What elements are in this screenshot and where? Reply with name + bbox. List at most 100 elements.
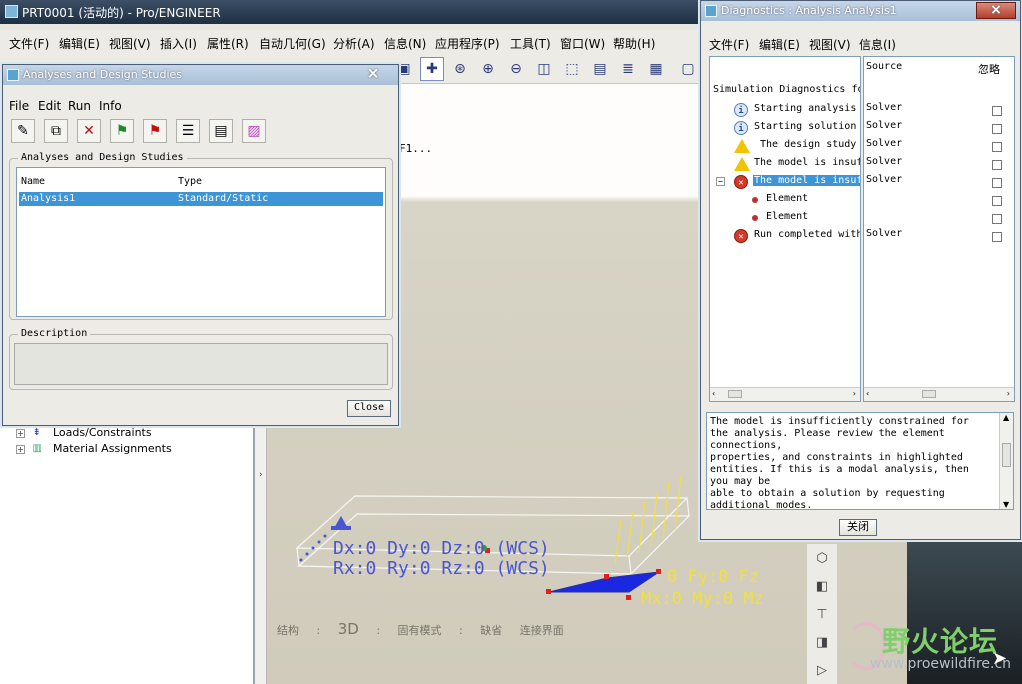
diagnostics-dialog-title: Diagnostics : Analysis Analysis1 × bbox=[701, 1, 1020, 21]
menu-info[interactable]: Info bbox=[99, 99, 122, 113]
results-icon[interactable]: ▨ bbox=[242, 119, 266, 143]
menu-tools[interactable]: 工具(T) bbox=[510, 35, 551, 52]
status-list-icon[interactable]: ☰ bbox=[176, 119, 200, 143]
expand-icon[interactable]: + bbox=[16, 428, 25, 438]
main-title-text: PRT0001 (活动的) - Pro/ENGINEER bbox=[22, 6, 221, 20]
source-cell: Solver bbox=[866, 102, 903, 113]
diagnostic-message-box[interactable]: The model is insufficiently constrained … bbox=[706, 412, 1014, 511]
ignore-checkbox[interactable] bbox=[992, 124, 1002, 134]
ignore-checkbox[interactable] bbox=[992, 196, 1002, 206]
scroll-thumb[interactable] bbox=[1002, 443, 1011, 467]
load-tool-icon[interactable]: ⬡ bbox=[811, 548, 833, 570]
stop-flag-icon[interactable]: ⚑ bbox=[143, 119, 167, 143]
menu-insert[interactable]: 插入(I) bbox=[160, 35, 197, 52]
source-horizontal-scrollbar[interactable]: ‹ › bbox=[864, 387, 1014, 401]
col-type-header[interactable]: Type bbox=[178, 176, 202, 187]
dialog-icon bbox=[7, 69, 19, 81]
source-cell: Solver bbox=[866, 156, 903, 167]
right-toolbar: ⬡ ◧ ⊤ ◨ ▷ bbox=[807, 544, 837, 684]
constraint-tool-icon[interactable]: ⊤ bbox=[811, 604, 833, 626]
refit-icon[interactable]: ◫ bbox=[532, 57, 556, 81]
ignore-checkbox[interactable] bbox=[992, 106, 1002, 116]
watermark-url: www.proewildfire.cn bbox=[870, 656, 1012, 672]
menu-file[interactable]: 文件(F) bbox=[709, 36, 749, 53]
edit-pencil-icon[interactable]: ✎ bbox=[11, 119, 35, 143]
surface-tool-icon[interactable]: ◧ bbox=[811, 576, 833, 598]
menu-help[interactable]: 帮助(H) bbox=[613, 35, 655, 52]
menu-view[interactable]: 视图(V) bbox=[109, 35, 151, 52]
scroll-down-icon[interactable]: ▼ bbox=[1003, 500, 1009, 509]
model-display-icon[interactable]: ▦ bbox=[644, 57, 668, 81]
source-cell: Solver bbox=[866, 138, 903, 149]
close-button[interactable]: 关闭 bbox=[839, 519, 877, 536]
scroll-left-icon[interactable]: ‹ bbox=[866, 389, 869, 398]
menu-view[interactable]: 视图(V) bbox=[809, 36, 851, 53]
spin-center-icon[interactable]: ⊛ bbox=[448, 57, 472, 81]
menu-edit[interactable]: 编辑(E) bbox=[59, 35, 100, 52]
layers-icon[interactable]: ≣ bbox=[616, 57, 640, 81]
menu-autogeom[interactable]: 自动几何(G) bbox=[259, 35, 326, 52]
source-list[interactable]: Source 忽略 Solver Solver Solver Solver So… bbox=[863, 56, 1015, 402]
tree-item-materials[interactable]: + ▥ Material Assignments bbox=[16, 442, 172, 458]
ignore-checkbox[interactable] bbox=[992, 160, 1002, 170]
run-flag-icon[interactable]: ⚑ bbox=[110, 119, 134, 143]
message-vertical-scrollbar[interactable]: ▲ ▼ bbox=[999, 413, 1013, 509]
analysis-name: Analysis1 bbox=[21, 193, 76, 204]
shell-tool-icon[interactable]: ▷ bbox=[811, 660, 833, 682]
scroll-right-icon[interactable]: › bbox=[853, 389, 856, 398]
delete-icon[interactable]: ✕ bbox=[77, 119, 101, 143]
menu-file[interactable]: File bbox=[9, 99, 29, 113]
scroll-up-icon[interactable]: ▲ bbox=[1003, 413, 1009, 422]
saved-views-icon[interactable]: ▤ bbox=[588, 57, 612, 81]
ignore-checkbox[interactable] bbox=[992, 214, 1002, 224]
scroll-right-icon[interactable]: › bbox=[1007, 389, 1010, 398]
zoom-out-icon[interactable]: ⊖ bbox=[504, 57, 528, 81]
bullet-icon bbox=[752, 215, 758, 221]
tree-horizontal-scrollbar[interactable]: ‹ › bbox=[710, 387, 860, 401]
beam-tool-icon[interactable]: ◨ bbox=[811, 632, 833, 654]
zoom-in-icon[interactable]: ⊕ bbox=[476, 57, 500, 81]
copy-icon[interactable]: ⧉ bbox=[44, 119, 68, 143]
expand-icon[interactable]: + bbox=[16, 444, 25, 454]
close-icon[interactable]: × bbox=[358, 66, 388, 83]
collapse-icon[interactable]: − bbox=[716, 177, 725, 186]
more-tools-icon[interactable]: ▢ bbox=[676, 57, 700, 81]
constraint-annotation-2: Rx:0 Ry:0 Rz:0 (WCS) bbox=[333, 558, 550, 579]
tree-item-label: Material Assignments bbox=[53, 442, 172, 455]
close-button[interactable]: Close bbox=[347, 400, 391, 417]
menu-applications[interactable]: 应用程序(P) bbox=[435, 35, 500, 52]
col-source-header[interactable]: Source bbox=[866, 61, 902, 72]
tree-root-label: Simulation Diagnostics fo bbox=[713, 84, 861, 95]
app-icon bbox=[5, 5, 18, 18]
menu-edit[interactable]: Edit bbox=[38, 99, 61, 113]
menu-run[interactable]: Run bbox=[68, 99, 91, 113]
menu-file[interactable]: 文件(F) bbox=[9, 35, 49, 52]
col-name-header[interactable]: Name bbox=[21, 176, 45, 187]
ignore-checkbox[interactable] bbox=[992, 232, 1002, 242]
scroll-thumb[interactable] bbox=[922, 390, 936, 398]
menu-info[interactable]: 信息(N) bbox=[384, 35, 426, 52]
datum-point-icon[interactable]: ✚ bbox=[420, 57, 444, 81]
menu-info[interactable]: 信息(I) bbox=[859, 36, 896, 53]
ignore-checkbox[interactable] bbox=[992, 178, 1002, 188]
description-field[interactable] bbox=[14, 343, 388, 385]
menu-properties[interactable]: 属性(R) bbox=[207, 35, 249, 52]
menu-analysis[interactable]: 分析(A) bbox=[333, 35, 375, 52]
table-row[interactable]: Analysis1 Standard/Static bbox=[19, 192, 383, 206]
col-ignore-header[interactable]: 忽略 bbox=[978, 61, 1000, 77]
scroll-thumb[interactable] bbox=[728, 390, 742, 398]
menu-edit[interactable]: 编辑(E) bbox=[759, 36, 800, 53]
close-icon[interactable]: × bbox=[976, 2, 1016, 19]
tree-item-loads[interactable]: + ⇟ Loads/Constraints bbox=[16, 426, 152, 442]
tree-item-label: Loads/Constraints bbox=[53, 426, 152, 439]
analyses-list[interactable]: Name Type Analysis1 Standard/Static bbox=[16, 167, 386, 317]
menu-window[interactable]: 窗口(W) bbox=[560, 35, 605, 52]
splitter-arrow-icon[interactable]: › bbox=[259, 470, 263, 480]
status-mode: 固有模式 bbox=[397, 624, 442, 637]
summary-icon[interactable]: ▤ bbox=[209, 119, 233, 143]
ignore-checkbox[interactable] bbox=[992, 142, 1002, 152]
item-text: Starting solution bbox=[754, 121, 857, 132]
scroll-left-icon[interactable]: ‹ bbox=[712, 389, 715, 398]
reorient-icon[interactable]: ⬚ bbox=[560, 57, 584, 81]
diagnostics-tree[interactable]: Simulation Diagnostics fo i Starting ana… bbox=[709, 56, 861, 402]
